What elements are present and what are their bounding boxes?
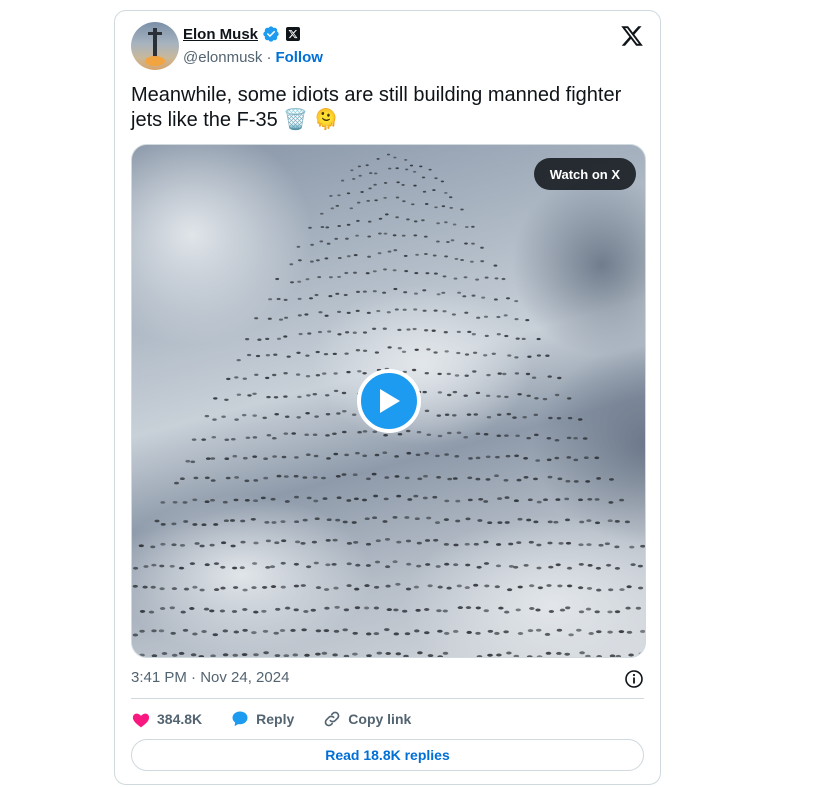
read-replies-button[interactable]: Read 18.8K replies	[131, 739, 644, 771]
like-button[interactable]: 384.8K	[131, 709, 202, 729]
tweet-text: Meanwhile, some idiots are still buildin…	[131, 84, 622, 131]
separator-dot: ·	[266, 49, 272, 66]
play-icon	[380, 389, 400, 413]
reply-label: Reply	[256, 711, 295, 727]
x-affiliation-badge-icon	[286, 27, 301, 41]
author-name[interactable]: Elon Musk	[183, 26, 258, 43]
author-name-row: Elon Musk	[183, 25, 301, 43]
x-logo-icon[interactable]	[620, 24, 644, 48]
tweet-embed-card: Elon Musk @elonmusk · Follow Meanwhile, …	[114, 10, 661, 785]
video-media[interactable]: Watch on X	[131, 144, 646, 658]
verified-badge-icon	[262, 25, 280, 43]
tweet-header: Elon Musk @elonmusk · Follow	[131, 22, 644, 72]
like-count: 384.8K	[157, 711, 203, 727]
copy-link-button[interactable]: Copy link	[322, 709, 411, 729]
divider	[131, 698, 644, 699]
author-handle-row: @elonmusk · Follow	[183, 49, 323, 66]
author-handle[interactable]: @elonmusk	[183, 49, 262, 66]
tweet-actions: 384.8K Reply Copy link	[131, 708, 411, 730]
follow-button[interactable]: Follow	[275, 49, 323, 66]
timestamp-link[interactable]: 3:41 PM · Nov 24, 2024	[131, 669, 289, 686]
reply-button[interactable]: Reply	[230, 709, 294, 729]
tweet-meta: 3:41 PM · Nov 24, 2024	[131, 669, 644, 689]
play-button[interactable]	[357, 369, 421, 433]
heart-icon	[132, 713, 150, 728]
copy-link-label: Copy link	[348, 711, 412, 727]
avatar[interactable]	[131, 22, 179, 70]
link-icon	[324, 711, 340, 727]
watch-on-x-button[interactable]: Watch on X	[533, 158, 636, 190]
info-icon[interactable]	[624, 669, 644, 689]
reply-bubble-icon	[232, 711, 248, 727]
